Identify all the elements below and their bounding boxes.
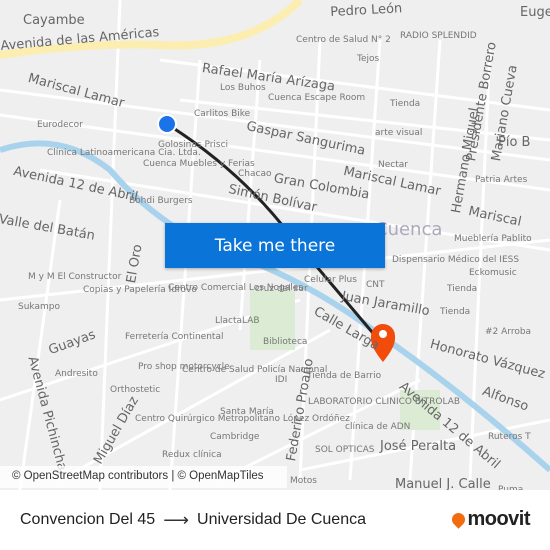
map-label: Nectar [378,160,408,170]
map-label: #2 Arroba [485,327,532,337]
map-label: José Peralta [380,439,457,454]
map-label: Patria Artes [475,175,528,185]
map-label: Motos [290,476,317,486]
map-label: Tejos [357,54,380,64]
take-me-there-button[interactable]: Take me there [165,223,385,268]
map-label: Ferretería Continental [125,332,224,342]
map-label: SOL OPTICAS [315,445,375,455]
map-attribution[interactable]: © OpenStreetMap contributors | © OpenMap… [0,466,287,488]
map-label: Cambridge [210,432,260,442]
map-label: arte visual [375,128,423,138]
map-label: Celular Plus [304,275,357,285]
map-label: Orthostetic [110,385,161,395]
map-label: Cuenca Escape Room [268,93,366,103]
map-label: Centro de Salud N° 2 [296,35,391,45]
map-label: Redux clínica [162,450,222,460]
map-label: Tienda [447,284,478,294]
brand-name: moovit [467,508,530,530]
origin-marker [157,114,177,134]
map-label: Biblioteca [263,337,308,347]
map-label: Cuenca [375,219,443,240]
moovit-logo: moovit [449,508,530,531]
map-label: Manuel J. Calle [395,477,491,490]
map[interactable]: Cayambe Avenida de las Américas Pedro León… [0,0,550,490]
map-label: IDI [275,375,288,385]
map-label: Tienda [440,307,471,317]
map-label: Mueblería Pablito [454,234,532,244]
map-label: cruz del sur [255,284,308,294]
map-label: Tienda de Barrio [307,371,382,381]
map-label: Pío B [498,135,531,150]
map-label: Andresito [55,369,98,379]
map-label: Cuenca Muebles y Ferias [143,159,255,169]
map-label: Los Buhos [220,83,266,93]
map-label: Santa María [220,407,274,417]
map-label: clínica de ADN [345,422,411,432]
map-label: Cayambe [23,13,85,28]
map-label: Ruteros T [488,432,531,442]
map-label: Sukampo [18,302,60,312]
arrow-right-icon: ⟶ [163,509,190,530]
map-label: Eckomusic [469,268,517,278]
map-label: Euge [520,5,550,20]
map-label: Dispensario Médico del IESS [392,255,520,265]
map-label: Chacao [238,169,272,179]
map-label: M y M El Constructor [28,272,122,282]
map-label: CNT [366,280,385,290]
map-label: LlactaLAB [215,316,260,326]
map-label: Carlitos Bike [194,109,251,119]
origin-name: Convencion Del 45 [20,511,156,528]
map-label: LABORATORIO CLINICO BITROLAB [308,397,461,407]
moovit-pin-icon [449,510,469,529]
map-label: Tienda [390,99,421,109]
map-label: Clínica Latinoamericana Cia. Ltda. [47,148,201,158]
destination-name: Universidad De Cuenca [197,511,366,528]
map-label: Bohdi Burgers [129,196,193,206]
map-label: RADIO SPLENDID [400,31,477,41]
map-label: Eurodecor [37,120,83,130]
